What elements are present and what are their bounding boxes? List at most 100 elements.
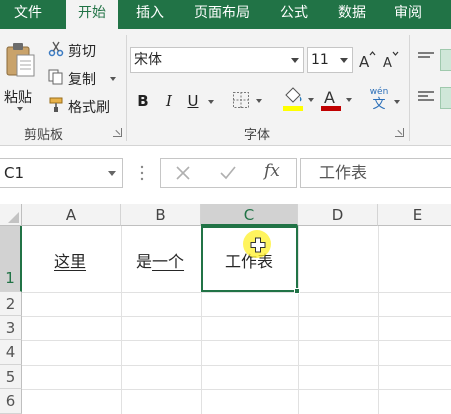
cell-a1[interactable]: 这里 <box>54 248 86 272</box>
copy-label: 复制 <box>68 72 96 88</box>
font-dialog-launcher[interactable] <box>395 128 404 137</box>
row-gridline <box>22 292 451 293</box>
cell-b1[interactable]: 是一个 <box>136 248 184 272</box>
align-top-icon <box>418 52 434 58</box>
font-group-label: 字体 <box>244 128 271 143</box>
row-header-2[interactable]: 2 <box>0 292 22 316</box>
paste-label: 粘贴 <box>4 90 32 106</box>
align-left-icon <box>418 91 434 101</box>
row-gridline <box>22 365 451 366</box>
shrink-font-button[interactable]: A <box>382 49 400 71</box>
font-name-combobox[interactable]: 宋体 <box>130 47 304 73</box>
grow-font-icon: A <box>359 51 376 71</box>
group-separator <box>409 35 410 141</box>
underline-dropdown-arrow[interactable] <box>208 100 214 104</box>
font-size-combobox[interactable]: 11 <box>307 47 353 73</box>
paste-dropdown-arrow[interactable] <box>17 107 23 111</box>
phonetic-char: 文 <box>372 97 386 112</box>
select-all-icon <box>8 212 19 223</box>
svg-text:A: A <box>383 56 392 71</box>
tab-data[interactable]: 数据 <box>326 0 378 29</box>
row-header-1[interactable]: 1 <box>0 226 22 292</box>
font-color-icon: A <box>321 88 341 111</box>
italic-button[interactable]: I <box>160 89 178 113</box>
fill-handle[interactable] <box>294 288 300 294</box>
format-painter-label: 格式刷 <box>68 100 110 116</box>
svg-text:A: A <box>324 88 335 107</box>
copy-dropdown-arrow[interactable] <box>110 77 116 81</box>
clipboard-dialog-launcher[interactable] <box>113 128 122 137</box>
font-color-button[interactable]: A <box>320 85 354 113</box>
tab-home[interactable]: 开始 <box>66 0 118 29</box>
border-button[interactable] <box>232 91 264 111</box>
name-box-value: C1 <box>4 164 25 182</box>
fill-color-button[interactable] <box>282 85 316 113</box>
copy-button[interactable]: 复制 <box>46 67 120 89</box>
cut-label: 剪切 <box>68 44 96 60</box>
formula-input[interactable]: 工作表 <box>300 158 451 188</box>
cut-icon <box>48 41 64 57</box>
insert-function-icon[interactable]: fx <box>264 161 280 181</box>
tab-formulas[interactable]: 公式 <box>268 0 320 29</box>
fill-color-icon <box>283 87 303 111</box>
tab-review[interactable]: 审阅 <box>382 0 434 29</box>
cut-button[interactable]: 剪切 <box>46 39 106 61</box>
row-header-4[interactable]: 4 <box>0 340 22 365</box>
fill-color-dropdown-arrow[interactable] <box>308 98 314 102</box>
select-all-corner[interactable] <box>0 204 22 226</box>
format-painter-button[interactable]: 格式刷 <box>46 95 120 117</box>
font-name-value: 宋体 <box>134 52 162 68</box>
cell-b1-plain-text: 是 <box>136 252 153 271</box>
group-separator <box>126 35 127 141</box>
grow-font-button[interactable]: A <box>358 49 376 71</box>
enter-icon[interactable] <box>219 165 237 181</box>
center-align-button[interactable] <box>440 87 451 109</box>
name-box[interactable]: C1 <box>0 158 123 188</box>
column-header-c[interactable]: C <box>201 204 298 226</box>
cell-cursor-icon <box>250 237 266 253</box>
phonetic-guide-button[interactable]: wén 文 <box>366 87 400 115</box>
border-dropdown-arrow[interactable] <box>256 99 262 103</box>
worksheet-grid[interactable]: A B C D E 1 2 3 4 5 6 这里 是一个 工作表 <box>0 204 451 414</box>
tab-file[interactable]: 文件 <box>0 0 56 29</box>
phonetic-pinyin: wén <box>369 87 389 97</box>
row-gridline <box>22 316 451 317</box>
phonetic-icon: wén 文 <box>368 87 390 113</box>
column-header-a[interactable]: A <box>22 204 121 226</box>
column-gridline <box>378 226 379 414</box>
column-header-e[interactable]: E <box>378 204 451 226</box>
align-top-button[interactable] <box>416 49 436 69</box>
row-gridline <box>22 389 451 390</box>
copy-icon <box>48 69 63 85</box>
cancel-icon[interactable] <box>175 165 191 181</box>
row-header-6[interactable]: 6 <box>0 389 22 414</box>
clipboard-group-label: 剪贴板 <box>24 128 64 143</box>
ribbon-tab-bar: 文件 开始 插入 页面布局 公式 数据 审阅 <box>0 0 451 29</box>
phonetic-dropdown-arrow[interactable] <box>394 100 400 104</box>
paste-button[interactable]: 粘贴 <box>2 37 40 117</box>
align-left-button[interactable] <box>416 87 436 107</box>
paste-icon <box>6 43 35 77</box>
column-gridline <box>298 226 299 414</box>
font-color-dropdown-arrow[interactable] <box>346 98 352 102</box>
border-icon <box>233 92 249 108</box>
tab-insert[interactable]: 插入 <box>124 0 176 29</box>
column-header-d[interactable]: D <box>298 204 378 226</box>
row-gridline <box>22 340 451 341</box>
middle-align-button[interactable] <box>440 49 451 71</box>
font-size-value: 11 <box>311 52 329 68</box>
tab-page-layout[interactable]: 页面布局 <box>182 0 262 29</box>
column-gridline <box>121 226 122 414</box>
format-painter-icon <box>49 97 63 112</box>
font-size-dropdown-arrow[interactable] <box>336 48 352 72</box>
column-header-b[interactable]: B <box>121 204 201 226</box>
row-header-5[interactable]: 5 <box>0 365 22 389</box>
formula-buttons: fx <box>160 158 297 188</box>
row-header-3[interactable]: 3 <box>0 316 22 340</box>
underline-button[interactable]: U <box>184 89 202 113</box>
bold-button[interactable]: B <box>134 89 152 113</box>
formula-bar-grip-icon[interactable] <box>139 163 145 183</box>
name-box-dropdown-arrow[interactable] <box>108 171 116 176</box>
font-name-dropdown-arrow[interactable] <box>287 48 303 72</box>
ribbon-home: 粘贴 剪切 复制 格式刷 剪贴板 宋体 11 A A B I U A wén 文… <box>0 29 451 146</box>
